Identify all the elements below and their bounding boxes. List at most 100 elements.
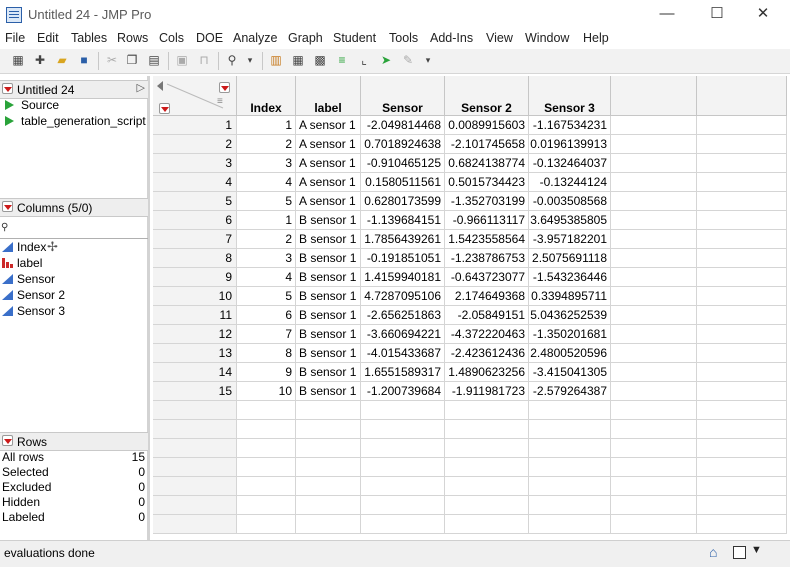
cell-sensor[interactable]: 1.7856439261 <box>361 230 445 249</box>
row-number[interactable] <box>153 515 237 534</box>
menu-window[interactable]: Window <box>525 31 569 45</box>
cell-empty[interactable] <box>697 496 787 515</box>
cell-index[interactable]: 3 <box>237 154 296 173</box>
cell-sensor[interactable] <box>361 477 445 496</box>
cell-label[interactable]: B sensor 1 <box>296 230 361 249</box>
cell-empty[interactable] <box>611 363 697 382</box>
script-play-icon[interactable] <box>5 100 14 110</box>
cell-sensor[interactable]: 0.1580511561 <box>361 173 445 192</box>
cell-sensor-3[interactable]: -1.543236446 <box>529 268 611 287</box>
row-number[interactable]: 8 <box>153 249 237 268</box>
script-play-icon[interactable] <box>5 116 14 126</box>
column-sensor-3[interactable]: Sensor 3 <box>17 304 65 318</box>
cell-empty[interactable] <box>611 306 697 325</box>
cell-index[interactable]: 1 <box>237 211 296 230</box>
cell-sensor[interactable]: 1.4159940181 <box>361 268 445 287</box>
cell-sensor-2[interactable]: 2.174649368 <box>445 287 529 306</box>
cell-empty[interactable] <box>697 401 787 420</box>
cell-empty[interactable] <box>611 458 697 477</box>
cell-label[interactable]: B sensor 1 <box>296 382 361 401</box>
menu-help[interactable]: Help <box>583 31 609 45</box>
cell-sensor[interactable]: -2.656251863 <box>361 306 445 325</box>
menu-tables[interactable]: Tables <box>71 31 107 45</box>
header-label[interactable]: label <box>296 76 361 116</box>
copy-icon[interactable]: ❐ <box>124 52 140 68</box>
cell-sensor-3[interactable] <box>529 401 611 420</box>
cell-sensor-2[interactable]: -0.643723077 <box>445 268 529 287</box>
save-icon[interactable]: ■ <box>76 52 92 68</box>
cell-index[interactable]: 7 <box>237 325 296 344</box>
search-dropdown-icon[interactable]: ▾ <box>242 52 258 68</box>
cell-sensor[interactable] <box>361 515 445 534</box>
table-row[interactable]: 94B sensor 1 1.4159940181 -0.643723077 -1.5… <box>153 268 787 287</box>
cell-sensor-2[interactable]: -0.966113117 <box>445 211 529 230</box>
cell-sensor[interactable]: 0.6280173599 <box>361 192 445 211</box>
row-number[interactable]: 15 <box>153 382 237 401</box>
rows-panel-header[interactable]: Rows <box>0 432 148 451</box>
cell-empty[interactable] <box>697 230 787 249</box>
row-number[interactable]: 2 <box>153 135 237 154</box>
cell-sensor-3[interactable] <box>529 420 611 439</box>
cell-sensor-3[interactable]: -2.579264387 <box>529 382 611 401</box>
row-number[interactable] <box>153 420 237 439</box>
row-number[interactable]: 7 <box>153 230 237 249</box>
red-triangle-icon[interactable] <box>2 201 13 212</box>
menu-cols[interactable]: Cols <box>159 31 184 45</box>
red-triangle-icon[interactable] <box>159 103 170 114</box>
cell-sensor-3[interactable] <box>529 515 611 534</box>
cell-empty[interactable] <box>697 458 787 477</box>
header-index[interactable]: Index <box>237 76 296 116</box>
cell-sensor-3[interactable]: 2.5075691118 <box>529 249 611 268</box>
cell-sensor[interactable]: -3.660694221 <box>361 325 445 344</box>
table-row[interactable]: 15 10 B sensor 1 -1.200739684 -1.911981723 -2… <box>153 382 787 401</box>
column-sensor[interactable]: Sensor <box>17 272 55 286</box>
cell-label[interactable]: B sensor 1 <box>296 306 361 325</box>
cell-index[interactable]: 5 <box>237 287 296 306</box>
cell-empty[interactable] <box>611 344 697 363</box>
cut-icon[interactable]: ✂ <box>104 52 120 68</box>
cell-sensor-3[interactable]: 0.0196139913 <box>529 135 611 154</box>
cell-index[interactable] <box>237 515 296 534</box>
cell-label[interactable]: B sensor 1 <box>296 325 361 344</box>
new-table-icon[interactable]: ▦ <box>10 52 26 68</box>
column-sensor-2[interactable]: Sensor 2 <box>17 288 65 302</box>
row-number[interactable]: 11 <box>153 306 237 325</box>
cell-sensor-3[interactable] <box>529 458 611 477</box>
window-list-icon[interactable] <box>733 546 746 559</box>
cell-sensor-3[interactable]: -0.003508568 <box>529 192 611 211</box>
cell-label[interactable]: B sensor 1 <box>296 344 361 363</box>
cell-label[interactable]: A sensor 1 <box>296 173 361 192</box>
cell-sensor[interactable] <box>361 458 445 477</box>
row-number[interactable] <box>153 496 237 515</box>
cell-empty[interactable] <box>611 135 697 154</box>
cell-index[interactable]: 9 <box>237 363 296 382</box>
cell-empty[interactable] <box>697 116 787 135</box>
cell-label[interactable] <box>296 401 361 420</box>
cell-empty[interactable] <box>611 439 697 458</box>
cell-index[interactable]: 6 <box>237 306 296 325</box>
cell-index[interactable]: 2 <box>237 230 296 249</box>
cell-index[interactable]: 3 <box>237 249 296 268</box>
cell-sensor[interactable]: 0.7018924638 <box>361 135 445 154</box>
cell-sensor-3[interactable] <box>529 439 611 458</box>
cell-empty[interactable] <box>611 515 697 534</box>
cell-sensor[interactable]: -1.139684151 <box>361 211 445 230</box>
row-number[interactable]: 12 <box>153 325 237 344</box>
new-script-icon[interactable]: ✚ <box>32 52 48 68</box>
cell-sensor-2[interactable]: 0.5015734423 <box>445 173 529 192</box>
cell-label[interactable]: A sensor 1 <box>296 192 361 211</box>
cell-empty[interactable] <box>697 173 787 192</box>
cell-index[interactable]: 10 <box>237 382 296 401</box>
header-sensor-2[interactable]: Sensor 2 <box>445 76 529 116</box>
cell-empty[interactable] <box>697 287 787 306</box>
row-number[interactable]: 3 <box>153 154 237 173</box>
cell-sensor-2[interactable]: -1.238786753 <box>445 249 529 268</box>
cell-index[interactable]: 1 <box>237 116 296 135</box>
cell-empty[interactable] <box>697 154 787 173</box>
cell-label[interactable] <box>296 420 361 439</box>
cell-empty[interactable] <box>697 268 787 287</box>
collapse-arrow-icon[interactable]: ▷ <box>137 81 145 94</box>
cell-empty[interactable] <box>697 325 787 344</box>
cell-sensor-2[interactable] <box>445 496 529 515</box>
cell-empty[interactable] <box>611 211 697 230</box>
